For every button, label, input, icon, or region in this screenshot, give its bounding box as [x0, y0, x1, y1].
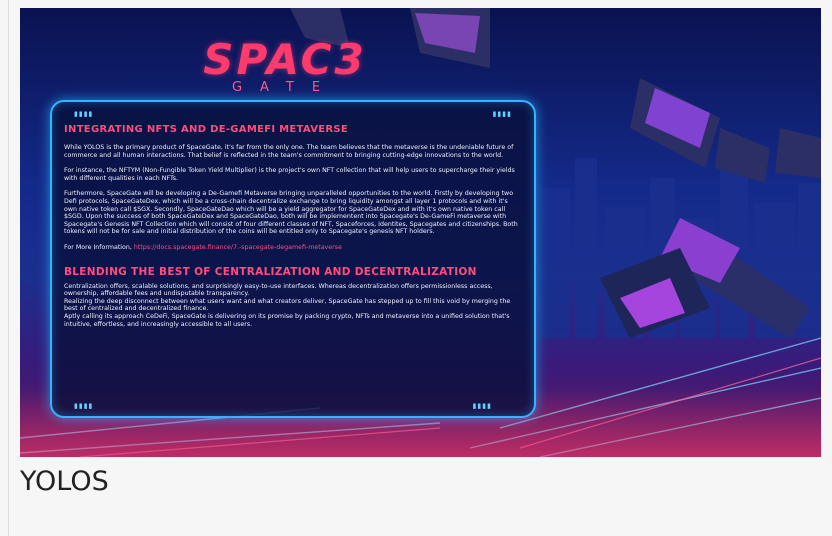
paragraph-cedefi: Aptly calling its approach CeDeFi, Space…: [64, 312, 510, 328]
more-info-line: For More Information, https://docs.space…: [64, 244, 519, 252]
more-info-label: For More Information,: [64, 243, 132, 251]
panel-corner-marks: ▮▮▮▮: [74, 402, 94, 410]
paragraph-metaverse: Furthermore, SpaceGate will be developin…: [64, 190, 518, 236]
hero-image: SPAC3 GATE ▮▮▮▮ ▮▮▮▮ ▮▮▮▮ ▮▮▮▮ INTEGRATI…: [20, 8, 821, 457]
panel-corner-marks: ▮▮▮▮: [74, 110, 94, 118]
paragraph-centralization: Centralization offers, scalable solution…: [64, 282, 493, 298]
paragraph-nftym: For instance, the NFTYM (Non-Fungible To…: [64, 167, 515, 182]
paragraph-disconnect: Realizing the deep disconnect between wh…: [64, 297, 511, 313]
panel-corner-marks: ▮▮▮▮: [472, 402, 492, 410]
logo-title: SPAC3: [203, 35, 367, 84]
panel-content: INTEGRATING NFTS AND DE-GAMEFI METAVERSE…: [64, 124, 519, 328]
image-caption: YOLOS: [20, 466, 109, 497]
section-heading-nfts: INTEGRATING NFTS AND DE-GAMEFI METAVERSE: [64, 124, 349, 135]
spacegate-logo: SPAC3 GATE: [200, 35, 370, 96]
section-heading-cedefi: BLENDING THE BEST OF CENTRALIZATION AND …: [64, 265, 477, 278]
paragraph-intro: While YOLOS is the primary product of Sp…: [64, 144, 514, 159]
panel-corner-marks: ▮▮▮▮: [492, 110, 512, 118]
docs-link[interactable]: https://docs.spacegate.finance/7.-spaceg…: [134, 244, 342, 251]
